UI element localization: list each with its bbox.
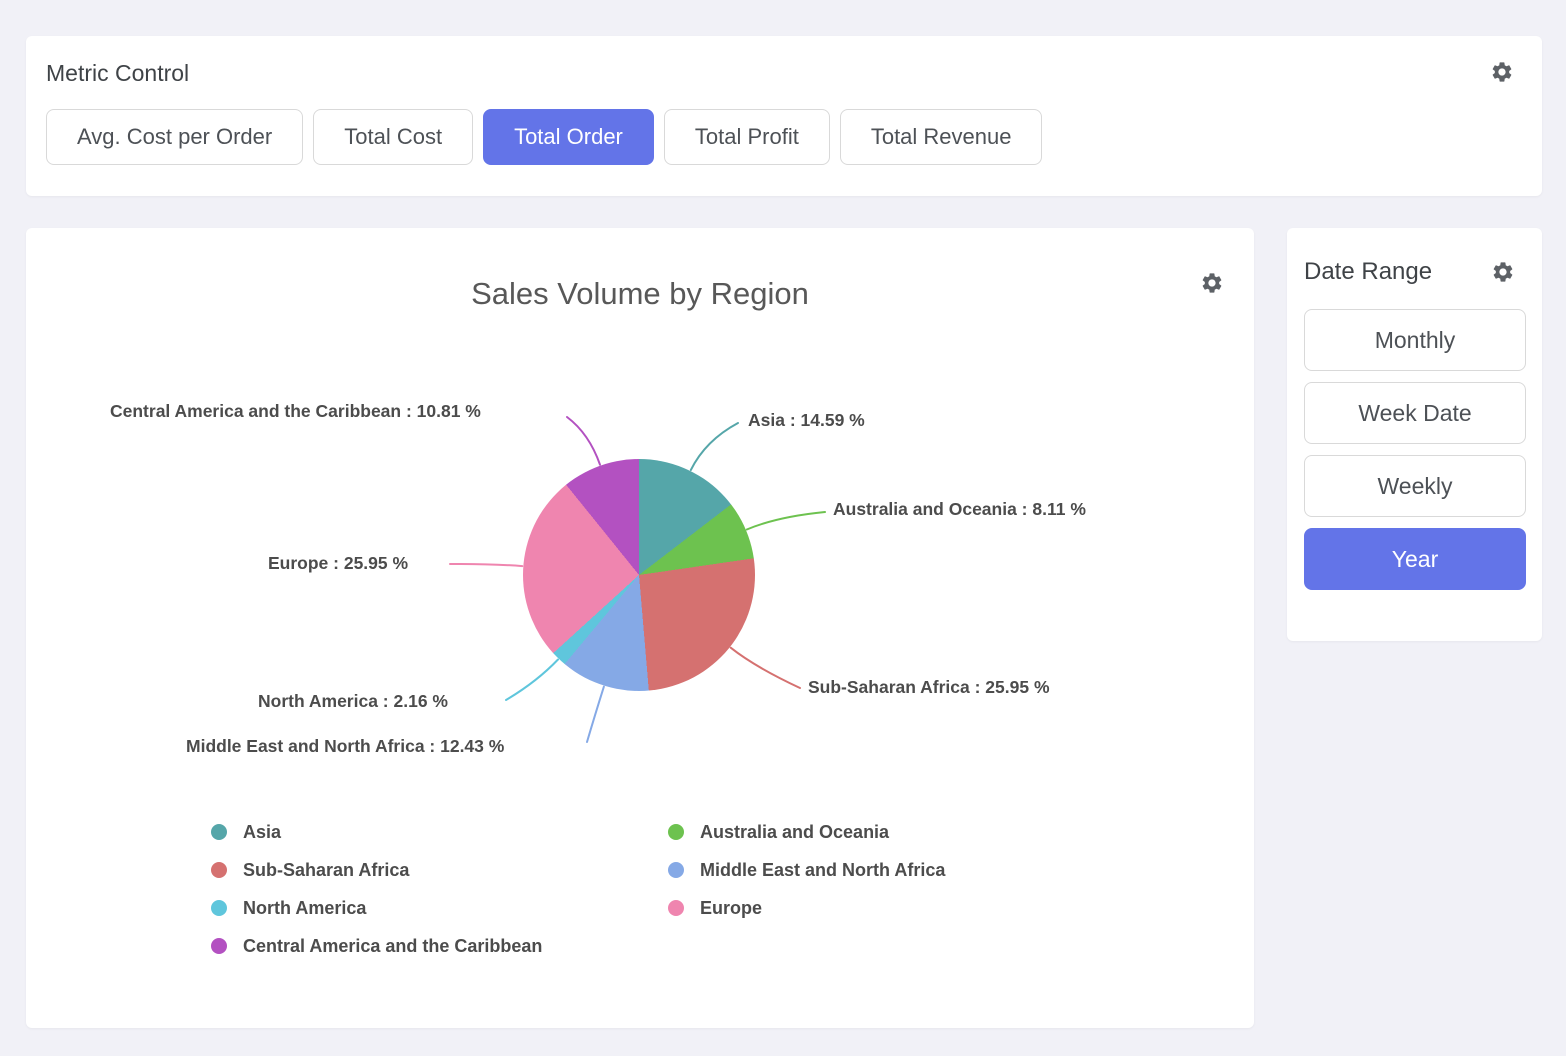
metric-button-total-profit[interactable]: Total Profit — [664, 109, 830, 165]
leader-line-middle-east-and-north-africa — [587, 687, 604, 742]
legend-label-middle-east-and-north-africa: Middle East and North Africa — [700, 860, 945, 881]
legend-label-asia: Asia — [243, 822, 281, 843]
pie-label-asia: Asia : 14.59 % — [748, 410, 865, 431]
legend-column-right: Australia and Oceania Middle East and No… — [668, 813, 945, 927]
metric-button-total-cost[interactable]: Total Cost — [313, 109, 473, 165]
gear-icon — [1491, 260, 1515, 284]
legend-item-europe[interactable]: Europe — [668, 889, 945, 927]
leader-line-australia-and-oceania — [747, 512, 825, 530]
sales-volume-chart-card: Sales Volume by Region Asia : 14.59 % Au… — [26, 228, 1254, 1028]
legend-label-australia-and-oceania: Australia and Oceania — [700, 822, 889, 843]
metric-button-total-revenue[interactable]: Total Revenue — [840, 109, 1043, 165]
chart-settings-gear-icon[interactable] — [1200, 271, 1224, 295]
legend-label-central-america: Central America and the Caribbean — [243, 936, 542, 957]
leader-line-central-america — [567, 417, 600, 465]
pie-label-sub-saharan-africa: Sub-Saharan Africa : 25.95 % — [808, 677, 1050, 698]
date-range-button-column: Monthly Week Date Weekly Year — [1304, 309, 1526, 590]
pie-label-central-america: Central America and the Caribbean : 10.8… — [110, 401, 481, 422]
date-range-title: Date Range — [1304, 258, 1432, 286]
date-range-settings-gear-icon[interactable] — [1491, 260, 1515, 284]
pie-label-australia-and-oceania: Australia and Oceania : 8.11 % — [833, 499, 1086, 520]
gear-icon — [1200, 271, 1224, 295]
legend-dot-asia — [211, 824, 227, 840]
date-range-button-week-date[interactable]: Week Date — [1304, 382, 1526, 444]
metric-button-row: Avg. Cost per Order Total Cost Total Ord… — [46, 109, 1514, 165]
date-range-card: Date Range Monthly Week Date Weekly Year — [1287, 228, 1542, 641]
legend-item-central-america[interactable]: Central America and the Caribbean — [211, 927, 542, 965]
legend-dot-australia-and-oceania — [668, 824, 684, 840]
pie-label-north-america: North America : 2.16 % — [258, 691, 448, 712]
settings-gear-icon[interactable] — [1490, 60, 1514, 84]
pie-label-middle-east-and-north-africa: Middle East and North Africa : 12.43 % — [186, 736, 504, 757]
date-range-button-monthly[interactable]: Monthly — [1304, 309, 1526, 371]
chart-title: Sales Volume by Region — [26, 276, 1254, 312]
legend-dot-north-america — [211, 900, 227, 916]
legend-dot-europe — [668, 900, 684, 916]
leader-line-europe — [450, 564, 522, 566]
legend-item-sub-saharan-africa[interactable]: Sub-Saharan Africa — [211, 851, 542, 889]
gear-icon — [1490, 60, 1514, 84]
metric-control-title: Metric Control — [46, 60, 189, 87]
pie-label-europe: Europe : 25.95 % — [268, 553, 408, 574]
leader-line-sub-saharan-africa — [731, 648, 800, 688]
metric-button-avg-cost-per-order[interactable]: Avg. Cost per Order — [46, 109, 303, 165]
date-range-button-weekly[interactable]: Weekly — [1304, 455, 1526, 517]
legend-dot-middle-east-and-north-africa — [668, 862, 684, 878]
legend-item-north-america[interactable]: North America — [211, 889, 542, 927]
legend-dot-central-america — [211, 938, 227, 954]
metric-control-card: Metric Control Avg. Cost per Order Total… — [26, 36, 1542, 196]
legend-item-middle-east-and-north-africa[interactable]: Middle East and North Africa — [668, 851, 945, 889]
legend-item-asia[interactable]: Asia — [211, 813, 542, 851]
legend-column-left: Asia Sub-Saharan Africa North America Ce… — [211, 813, 542, 965]
pie-chart[interactable] — [523, 459, 755, 691]
legend-label-north-america: North America — [243, 898, 366, 919]
legend-label-europe: Europe — [700, 898, 762, 919]
legend-label-sub-saharan-africa: Sub-Saharan Africa — [243, 860, 409, 881]
leader-line-north-america — [506, 660, 558, 701]
leader-line-asia — [691, 423, 738, 470]
date-range-button-year[interactable]: Year — [1304, 528, 1526, 590]
metric-button-total-order[interactable]: Total Order — [483, 109, 654, 165]
legend-dot-sub-saharan-africa — [211, 862, 227, 878]
legend-item-australia-and-oceania[interactable]: Australia and Oceania — [668, 813, 945, 851]
